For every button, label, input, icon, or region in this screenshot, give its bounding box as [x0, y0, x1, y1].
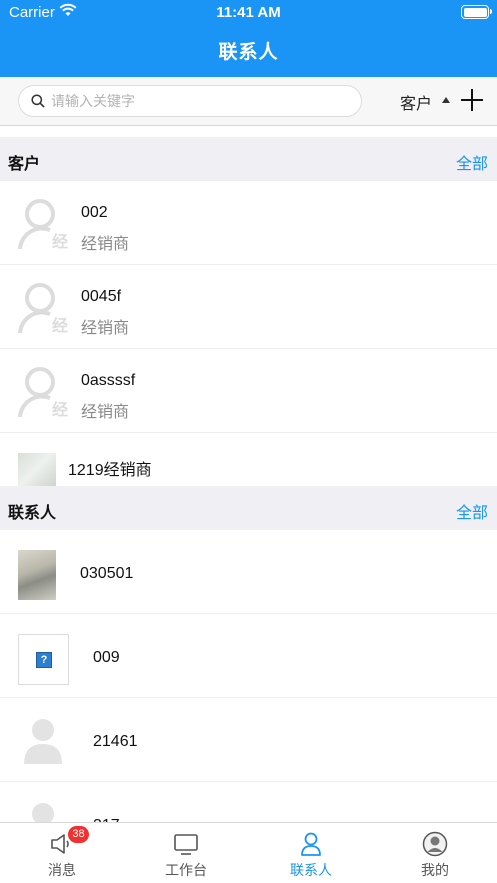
list-item[interactable]: 1219经销商 经销商: [0, 433, 497, 487]
page-title: 联系人: [218, 42, 279, 63]
search-box[interactable]: [18, 85, 362, 117]
person-icon: [298, 831, 324, 857]
monitor-icon: [173, 831, 199, 857]
tab-bar: 38 消息 工作台 联系人 我的: [0, 822, 497, 883]
avatar-tag: 经: [52, 402, 69, 419]
customer-name: 002: [81, 204, 108, 221]
customers-view-all-link[interactable]: 全部: [456, 150, 488, 174]
contact-name: 030501: [80, 565, 134, 582]
list-item[interactable]: 317: [0, 782, 497, 822]
list-item[interactable]: 030501: [0, 530, 497, 614]
list-item[interactable]: 经 0045f 经销商: [0, 265, 497, 349]
section-title: 联系人: [8, 505, 57, 522]
tab-profile[interactable]: 我的: [373, 823, 497, 883]
person-silhouette-icon: [22, 800, 64, 822]
tab-messages[interactable]: 38 消息: [0, 823, 124, 883]
avatar-tag: 经: [52, 318, 69, 335]
tab-label: 联系人: [290, 862, 332, 878]
contact-name: 21461: [93, 733, 138, 750]
contacts-screen: Carrier 11:41 AM 联系人 客户: [0, 0, 497, 883]
search-icon: [31, 94, 45, 108]
avatar-tag: 经: [52, 234, 69, 251]
contacts-view-all-link[interactable]: 全部: [456, 499, 488, 523]
person-outline-icon: 经: [18, 365, 70, 419]
tab-label: 我的: [421, 862, 449, 878]
customer-name: 0assssf: [81, 372, 136, 389]
contact-list: 030501 ? 009 21461 317: [0, 530, 497, 822]
customer-type: 经销商: [81, 320, 130, 337]
clock: 11:41 AM: [216, 4, 281, 21]
tab-label: 消息: [48, 862, 76, 878]
list-item[interactable]: 21461: [0, 698, 497, 782]
section-title: 客户: [8, 156, 41, 173]
search-bar: 客户: [0, 77, 497, 126]
list-item[interactable]: ? 009: [0, 614, 497, 698]
avatar-photo: [18, 550, 56, 600]
tab-label: 工作台: [165, 862, 207, 878]
tab-workbench[interactable]: 工作台: [124, 823, 248, 883]
avatar-photo: [18, 453, 56, 487]
customer-list: 经 002 经销商 经 0045f 经销商 经 0assssf 经销商 1219…: [0, 181, 497, 487]
list-item[interactable]: 经 002 经销商: [0, 181, 497, 265]
customer-type: 经销商: [81, 236, 130, 253]
user-circle-icon: [422, 831, 448, 857]
status-bar: Carrier 11:41 AM: [0, 0, 497, 26]
person-silhouette-icon: [22, 716, 64, 766]
tab-contacts[interactable]: 联系人: [249, 823, 373, 883]
customer-name: 1219经销商: [68, 462, 152, 479]
search-input[interactable]: [51, 86, 351, 116]
broken-image-icon: ?: [18, 634, 69, 685]
customer-name: 0045f: [81, 288, 122, 305]
person-outline-icon: 经: [18, 281, 70, 335]
header: Carrier 11:41 AM 联系人: [0, 0, 497, 77]
customers-section-header: 客户 全部: [0, 137, 497, 181]
customer-type: 经销商: [81, 404, 130, 421]
contacts-section-header: 联系人 全部: [0, 486, 497, 530]
add-button[interactable]: [461, 89, 483, 111]
contact-name: 009: [93, 649, 120, 666]
filter-dropdown[interactable]: 客户: [400, 90, 432, 114]
caret-up-icon[interactable]: [442, 97, 450, 103]
battery-icon: [461, 5, 492, 19]
unread-badge: 38: [68, 826, 89, 843]
person-outline-icon: 经: [18, 197, 70, 251]
list-item[interactable]: 经 0assssf 经销商: [0, 349, 497, 433]
